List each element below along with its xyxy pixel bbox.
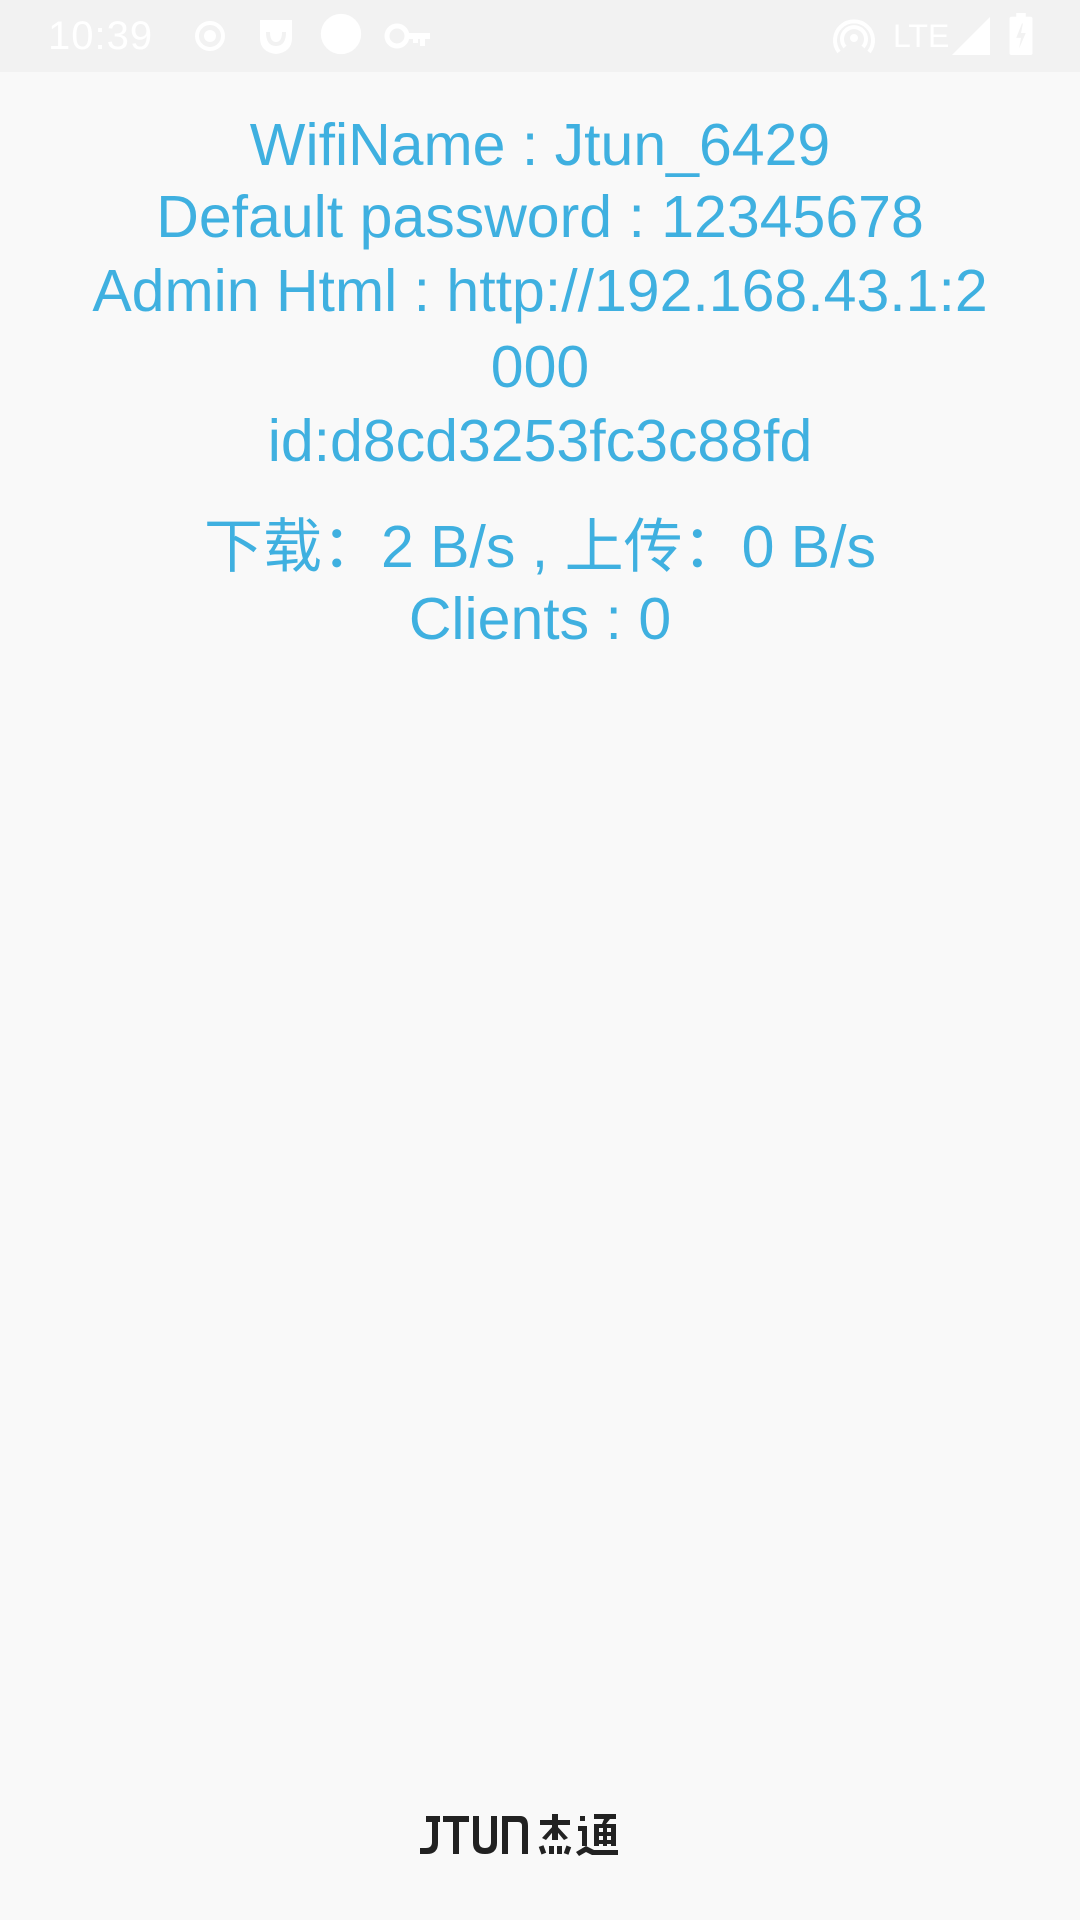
default-password-text: Default password : 12345678 [156,184,924,250]
vpn-key-icon [384,23,430,49]
record-icon [195,21,225,51]
status-bar: 10:39 LTE [0,0,1080,72]
connection-info: WifiName : Jtun_6429 Default password : … [0,72,1080,477]
hotspot-icon [833,19,875,54]
wifi-name-text: WifiName : Jtun_6429 [249,112,831,178]
device-id-text: id:d8cd3253fc3c88fd [267,408,813,474]
clients-count-text: Clients : 0 [408,586,672,652]
signal-icon [952,17,990,55]
battery-icon [1009,12,1033,56]
circle-icon [320,13,362,55]
network-type-label: LTE [893,18,950,54]
status-time: 10:39 [48,14,154,58]
traffic-info: 下载：2 B/s , 上传：0 B/s Clients : 0 [0,511,1080,655]
jtun-logo [420,1814,618,1856]
notification-app-icon [260,20,292,54]
speed-text: 下载：2 B/s , 上传：0 B/s [203,514,877,580]
hotspot-info-panel: WifiName : Jtun_6429 Default password : … [0,72,1080,655]
admin-html-text: Admin Html : http://192.168.43.1:2000 [92,258,988,400]
